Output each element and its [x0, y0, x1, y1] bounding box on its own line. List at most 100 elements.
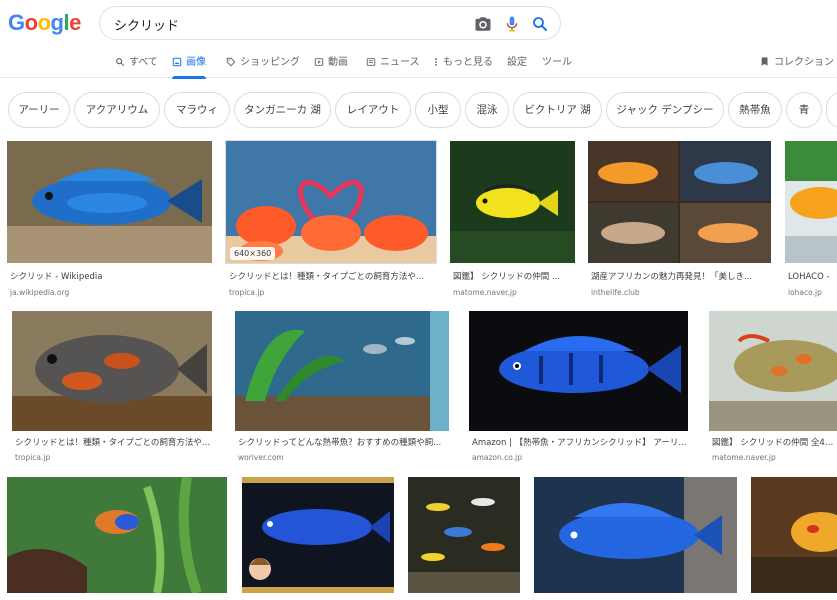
- fish-image: [588, 141, 771, 263]
- chip[interactable]: アクアリウム: [74, 92, 160, 128]
- image-result[interactable]: Amazon | 【熱帯魚・アフリカンシクリッド】 アーリ... amazon.…: [469, 311, 688, 467]
- chip[interactable]: 小型: [415, 92, 461, 128]
- result-title[interactable]: 湖産アフリカンの魅力再発見！「美しき...: [591, 271, 771, 283]
- tab-settings[interactable]: 設定: [507, 56, 527, 72]
- tag-icon: [226, 57, 236, 67]
- chip[interactable]: 混泳: [465, 92, 509, 128]
- result-thumbnail[interactable]: [7, 141, 212, 263]
- result-thumbnail[interactable]: [751, 477, 837, 593]
- fish-image: [785, 141, 837, 263]
- tab-images[interactable]: 画像: [172, 56, 206, 79]
- result-source[interactable]: matome.naver.jp: [712, 452, 837, 463]
- image-result[interactable]: [7, 477, 227, 595]
- tab-label: もっと見る: [443, 57, 493, 68]
- result-thumbnail[interactable]: [242, 477, 394, 593]
- tab-all[interactable]: すべて: [115, 56, 158, 72]
- image-result[interactable]: 図鑑】 シクリッドの仲間 ... matome.naver.jp: [450, 141, 575, 301]
- fish-image: [709, 311, 837, 431]
- tab-label: ニュース: [380, 57, 420, 68]
- search-icon[interactable]: [531, 15, 549, 33]
- bookmark-icon: [761, 57, 768, 66]
- tab-more[interactable]: もっと見る: [433, 56, 493, 72]
- result-title[interactable]: 図鑑】 シクリッドの仲間 全42種: [712, 437, 837, 449]
- result-thumbnail[interactable]: [588, 141, 771, 263]
- result-title[interactable]: LOHACO -: [788, 271, 837, 283]
- chip[interactable]: 熱帯魚: [728, 92, 782, 128]
- result-thumbnail[interactable]: 640×360: [225, 140, 437, 264]
- result-thumbnail[interactable]: [7, 477, 227, 593]
- image-result[interactable]: [408, 477, 520, 595]
- result-source[interactable]: ja.wikipedia.org: [10, 287, 210, 298]
- tab-shopping[interactable]: ショッピング: [226, 56, 300, 72]
- chip[interactable]: レイアウト: [335, 92, 411, 128]
- search-input[interactable]: [114, 14, 454, 34]
- tab-news[interactable]: ニュース: [366, 56, 420, 72]
- result-source[interactable]: tropica.jp: [15, 452, 213, 463]
- chip[interactable]: アーリー: [8, 92, 70, 128]
- fish-image: [226, 141, 436, 263]
- result-source[interactable]: matome.naver.jp: [453, 287, 575, 298]
- tab-label: 動画: [328, 57, 348, 68]
- tab-label: ショッピング: [240, 57, 300, 68]
- chip[interactable]: マラウィ: [164, 92, 230, 128]
- image-result[interactable]: [534, 477, 737, 595]
- image-result[interactable]: 図鑑】 シクリッドの仲間 全42種 matome.naver.jp: [709, 311, 837, 467]
- tab-tools[interactable]: ツール: [542, 56, 572, 72]
- result-title[interactable]: 図鑑】 シクリッドの仲間 ...: [453, 271, 575, 283]
- tab-videos[interactable]: 動画: [314, 56, 348, 72]
- search-icon: [116, 58, 125, 67]
- image-icon: [172, 57, 182, 67]
- related-chips: アーリー アクアリウム マラウィ タンガニーカ 湖 レイアウト 小型 混泳 ビク…: [0, 92, 837, 128]
- camera-icon[interactable]: [474, 15, 492, 33]
- tab-label: ツール: [542, 57, 572, 68]
- fish-image: [534, 477, 737, 593]
- fish-image: [469, 311, 688, 431]
- result-thumbnail[interactable]: [709, 311, 837, 431]
- tab-label: すべて: [129, 57, 158, 68]
- result-source[interactable]: amazon.co.jp: [472, 452, 689, 463]
- image-result-selected[interactable]: 640×360 シクリッドとは！種類・タイプごとの飼育方法や... tropic…: [225, 140, 437, 301]
- result-thumbnail[interactable]: [534, 477, 737, 593]
- image-result[interactable]: [242, 477, 394, 595]
- image-result[interactable]: [751, 477, 837, 595]
- result-source[interactable]: woriver.com: [238, 452, 450, 463]
- result-title[interactable]: シクリッドってどんな熱帯魚？おすすめの種類や飼...: [238, 437, 450, 449]
- fish-image: [408, 477, 520, 593]
- search-box: [99, 6, 561, 40]
- result-title[interactable]: Amazon | 【熱帯魚・アフリカンシクリッド】 アーリ...: [472, 437, 689, 449]
- collections-link[interactable]: コレクション: [760, 56, 834, 72]
- image-result[interactable]: シクリッドってどんな熱帯魚？おすすめの種類や飼... woriver.com: [235, 311, 449, 467]
- chip[interactable]: タンガニーカ 湖: [234, 92, 331, 128]
- tab-label: 設定: [507, 57, 527, 68]
- result-title[interactable]: シクリッドとは！種類・タイプごとの飼育方法や...: [229, 271, 435, 283]
- result-source[interactable]: tropica.jp: [229, 287, 435, 298]
- result-thumbnail[interactable]: [469, 311, 688, 431]
- image-result[interactable]: シクリッドとは！種類・タイプごとの飼育方法や... tropica.jp: [12, 311, 212, 467]
- chip[interactable]: 青: [786, 92, 822, 128]
- chip[interactable]: ジャック デンプシー: [606, 92, 724, 128]
- play-icon: [314, 58, 324, 66]
- result-title[interactable]: シクリッド - Wikipedia: [10, 271, 210, 283]
- fish-image: [235, 311, 449, 431]
- result-thumbnail[interactable]: [785, 141, 837, 263]
- result-source[interactable]: inthelife.club: [591, 287, 771, 298]
- fish-image: [450, 141, 575, 263]
- collections-label: コレクション: [774, 57, 834, 68]
- result-thumbnail[interactable]: [12, 311, 212, 431]
- microphone-icon[interactable]: [503, 15, 521, 33]
- image-result[interactable]: LOHACO - lohaco.jp: [785, 141, 837, 301]
- more-vert-icon: [435, 58, 437, 66]
- image-result[interactable]: 湖産アフリカンの魅力再発見！「美しき... inthelife.club: [588, 141, 771, 301]
- chip[interactable]: ビクトリア 湖: [513, 92, 602, 128]
- result-source[interactable]: lohaco.jp: [788, 287, 837, 298]
- fish-image: [7, 477, 227, 593]
- fish-image: [12, 311, 212, 431]
- image-result[interactable]: シクリッド - Wikipedia ja.wikipedia.org: [7, 141, 212, 301]
- google-logo[interactable]: Google: [8, 10, 81, 36]
- tab-label: 画像: [186, 57, 206, 68]
- result-thumbnail[interactable]: [450, 141, 575, 263]
- chip[interactable]: [826, 92, 837, 128]
- result-title[interactable]: シクリッドとは！種類・タイプごとの飼育方法や...: [15, 437, 213, 449]
- result-thumbnail[interactable]: [235, 311, 449, 431]
- result-thumbnail[interactable]: [408, 477, 520, 593]
